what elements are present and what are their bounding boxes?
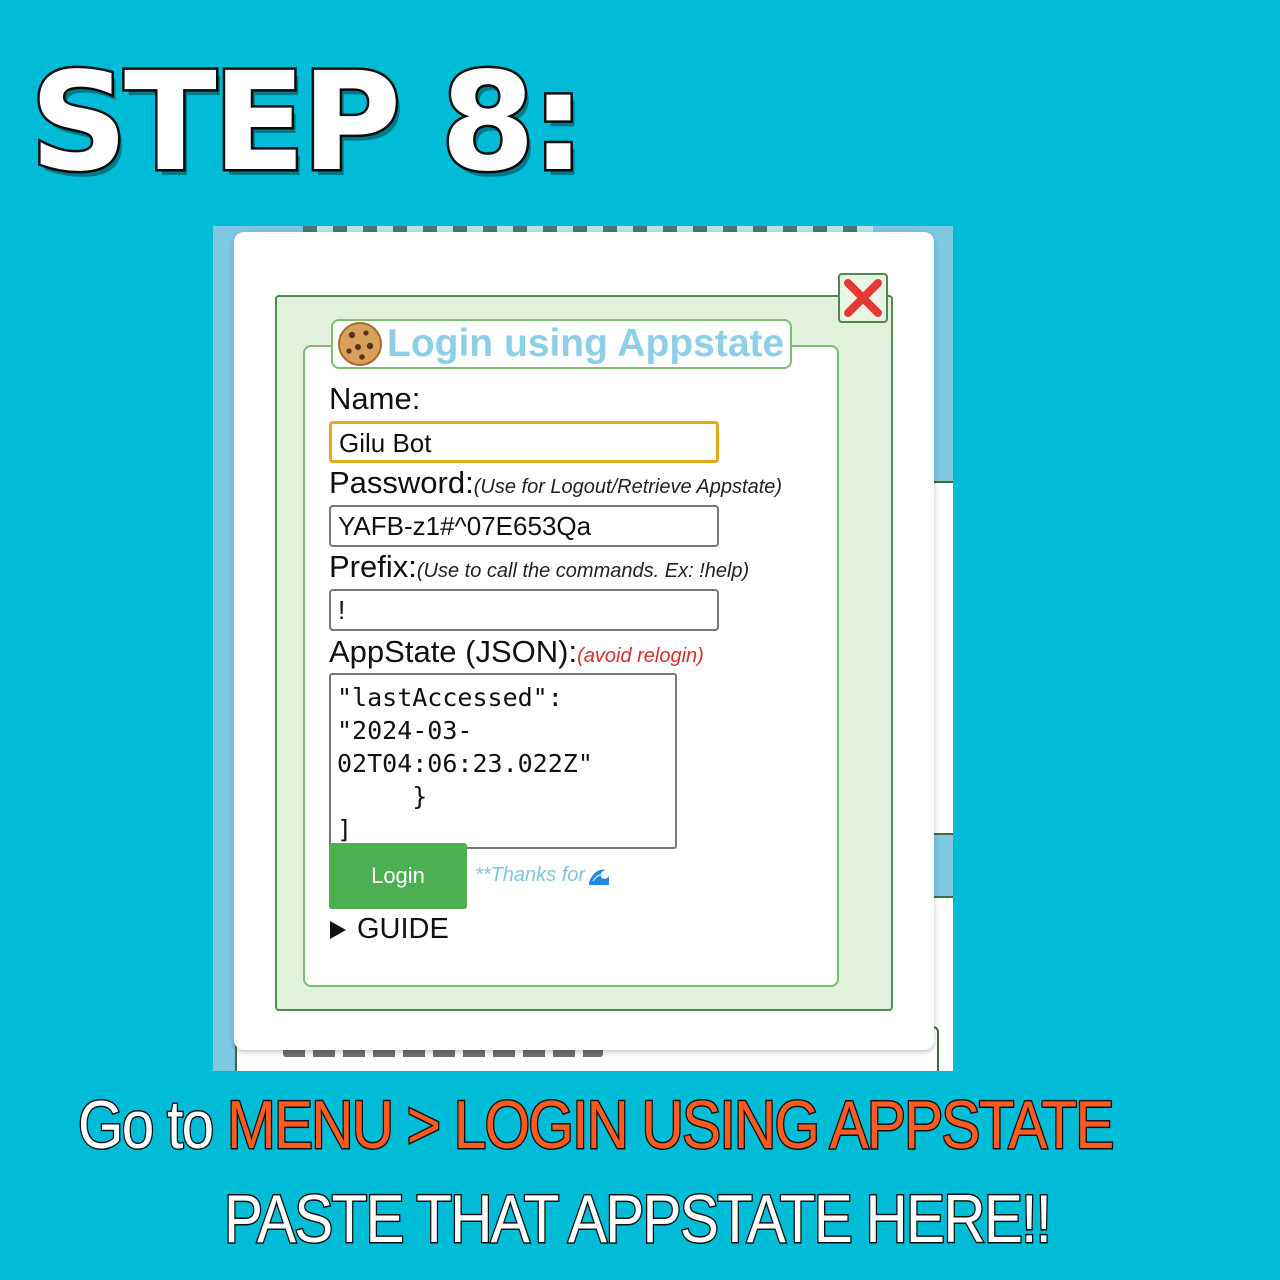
name-input[interactable]: Gilu Bot — [329, 421, 719, 463]
instruction-highlight: MENU > LOGIN USING APPSTATE — [226, 1086, 1116, 1165]
password-label: Password: — [329, 465, 474, 500]
guide-label: GUIDE — [357, 913, 449, 945]
step-heading: STEP 8: — [28, 44, 589, 202]
form-legend: Login using Appstate — [331, 319, 793, 369]
prefix-label: Prefix: — [329, 549, 417, 584]
login-form: Login using Appstate Name: Gilu Bot Pass… — [303, 319, 839, 987]
modal-content-box: Login using Appstate Name: Gilu Bot Pass… — [275, 295, 893, 1011]
wave-icon — [589, 869, 610, 885]
prefix-input[interactable]: ! — [329, 589, 719, 631]
thanks-text: **Thanks for — [475, 864, 586, 886]
screenshot-panel: Login using Appstate Name: Gilu Bot Pass… — [213, 226, 953, 1071]
login-button[interactable]: Login — [329, 843, 467, 909]
login-modal: Login using Appstate Name: Gilu Bot Pass… — [234, 232, 934, 1050]
close-button[interactable] — [838, 273, 888, 323]
triangle-right-icon — [330, 920, 346, 939]
name-label: Name: — [329, 381, 421, 416]
guide-toggle[interactable]: GUIDE — [329, 913, 449, 946]
appstate-hint: (avoid relogin) — [577, 645, 704, 667]
instruction-prefix: Go to — [77, 1086, 227, 1165]
thanks-note: **Thanks for — [475, 864, 611, 887]
appstate-label: AppState (JSON): — [329, 634, 578, 669]
appstate-label-row: AppState (JSON):(avoid relogin) — [329, 634, 704, 670]
password-label-row: Password:(Use for Logout/Retrieve Appsta… — [329, 465, 782, 501]
instruction-line-2: PASTE THAT APPSTATE HERE!! — [223, 1180, 1054, 1259]
instruction-line-1: Go to MENU > LOGIN USING APPSTATE — [77, 1086, 1116, 1165]
password-input[interactable]: YAFB-z1#^07E653Qa — [329, 505, 719, 547]
form-title: Login using Appstate — [387, 322, 785, 365]
appstate-textarea[interactable]: "lastAccessed": "2024-03- 02T04:06:23.02… — [329, 673, 677, 849]
prefix-hint: (Use to call the commands. Ex: !help) — [416, 560, 750, 582]
password-hint: (Use for Logout/Retrieve Appstate) — [473, 476, 783, 498]
cookie-icon — [338, 322, 382, 366]
prefix-label-row: Prefix:(Use to call the commands. Ex: !h… — [329, 549, 749, 585]
close-icon — [844, 279, 882, 317]
